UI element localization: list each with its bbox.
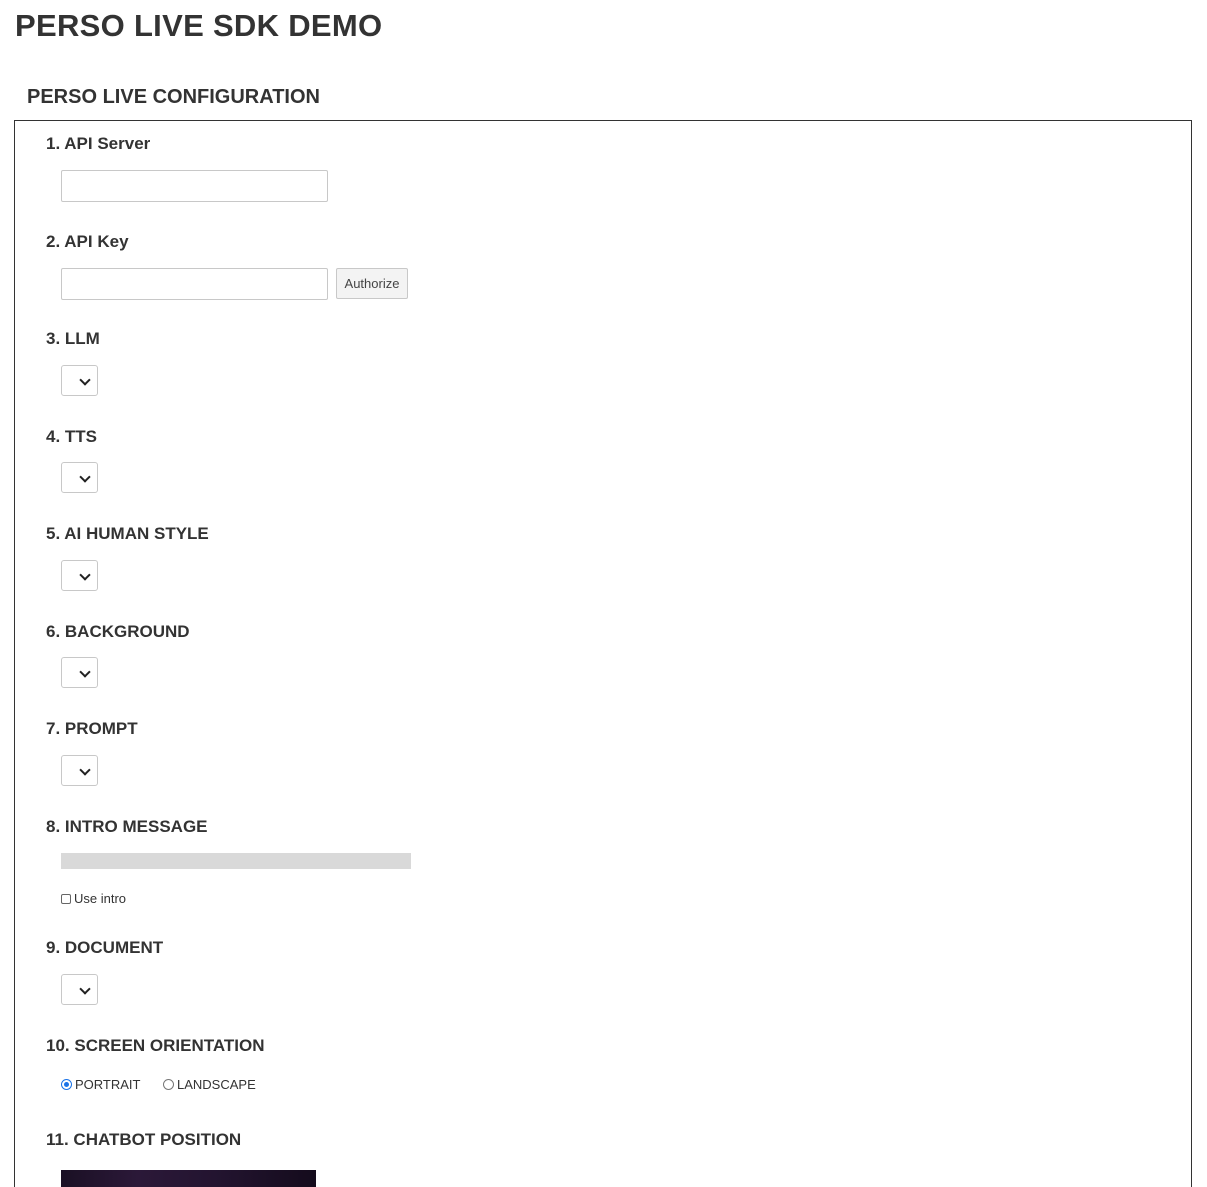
tts-select[interactable] xyxy=(61,462,98,493)
chevron-down-icon xyxy=(79,471,91,483)
chevron-down-icon xyxy=(79,666,91,678)
chevron-down-icon xyxy=(79,374,91,386)
use-intro-checkbox-row[interactable]: Use intro xyxy=(61,891,126,906)
llm-label: 3. LLM xyxy=(46,329,100,348)
background-select[interactable] xyxy=(61,657,98,688)
portrait-radio[interactable] xyxy=(61,1079,72,1090)
chevron-down-icon xyxy=(79,764,91,776)
intro-message-textarea[interactable] xyxy=(61,853,411,869)
background-label: 6. BACKGROUND xyxy=(46,622,190,641)
page-title: PERSO LIVE SDK DEMO xyxy=(15,8,383,43)
document-select[interactable] xyxy=(61,974,98,1005)
screen-orientation-label: 10. SCREEN ORIENTATION xyxy=(46,1036,265,1055)
api-server-input[interactable] xyxy=(61,170,328,202)
api-key-label: 2. API Key xyxy=(46,232,129,251)
api-key-input[interactable] xyxy=(61,268,328,300)
ai-human-style-select[interactable] xyxy=(61,560,98,591)
document-label: 9. DOCUMENT xyxy=(46,938,164,957)
prompt-select[interactable] xyxy=(61,755,98,786)
llm-select[interactable] xyxy=(61,365,98,396)
chatbot-position-label: 11. CHATBOT POSITION xyxy=(46,1130,242,1149)
use-intro-checkbox[interactable] xyxy=(61,893,71,904)
prompt-label: 7. PROMPT xyxy=(46,719,138,738)
tts-label: 4. TTS xyxy=(46,427,98,446)
api-server-label: 1. API Server xyxy=(46,134,151,153)
config-panel: 1. API Server 2. API Key Authorize 3. LL… xyxy=(14,120,1192,1187)
page: PERSO LIVE SDK DEMO PERSO LIVE CONFIGURA… xyxy=(0,0,1207,1187)
use-intro-label: Use intro xyxy=(74,891,127,906)
authorize-button[interactable]: Authorize xyxy=(336,268,408,299)
landscape-label: LANDSCAPE xyxy=(177,1077,256,1092)
landscape-radio[interactable] xyxy=(163,1079,174,1090)
chevron-down-icon xyxy=(79,983,91,995)
chatbot-preview[interactable] xyxy=(61,1170,316,1187)
ai-human-style-label: 5. AI HUMAN STYLE xyxy=(46,524,209,543)
chevron-down-icon xyxy=(79,569,91,581)
landscape-option[interactable]: LANDSCAPE xyxy=(163,1077,256,1092)
portrait-label: PORTRAIT xyxy=(75,1077,141,1092)
intro-message-label: 8. INTRO MESSAGE xyxy=(46,817,208,836)
portrait-option[interactable]: PORTRAIT xyxy=(61,1077,141,1092)
config-heading: PERSO LIVE CONFIGURATION xyxy=(27,86,320,108)
